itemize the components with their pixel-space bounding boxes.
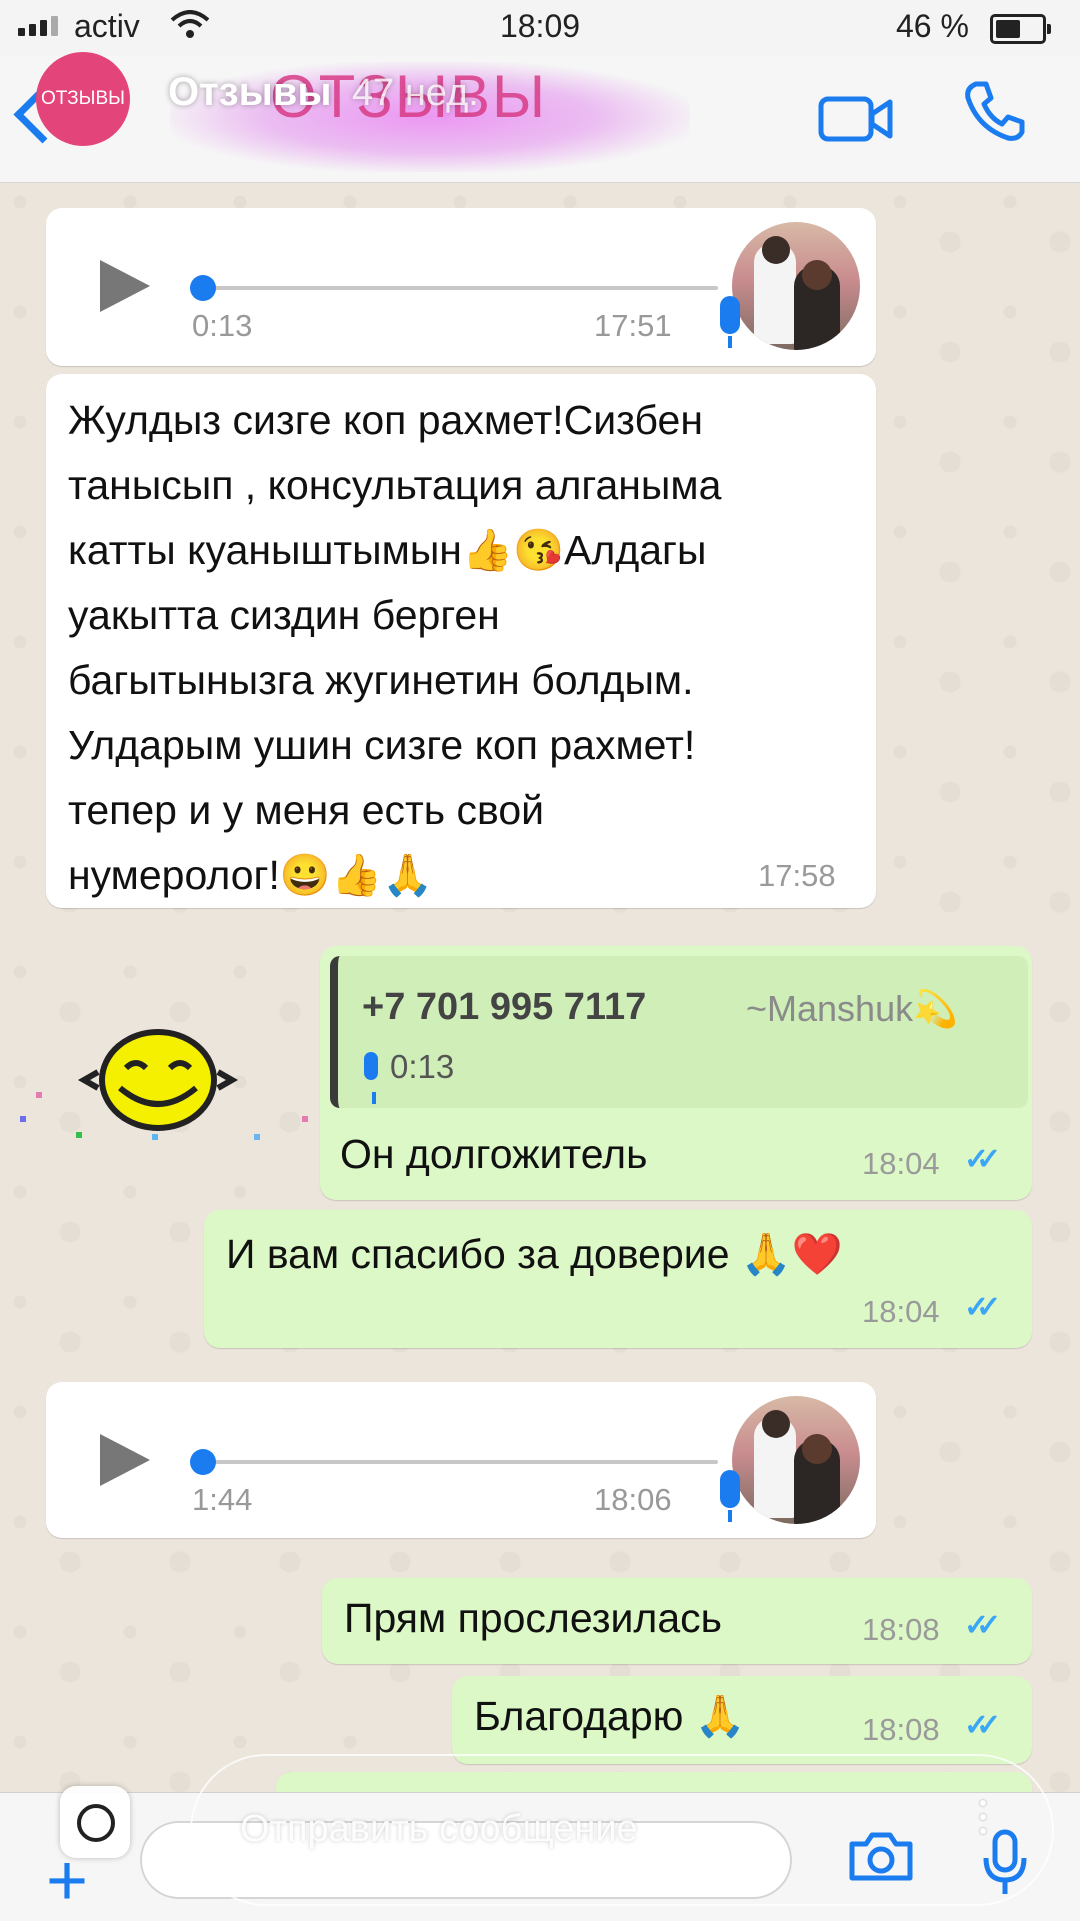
message-line: катты куаныштымын👍😘Алдагы: [68, 527, 707, 573]
message-line: Жулдыз сизге коп рахмет!Сизбен: [68, 397, 703, 443]
message-input-placeholder: Отправить сообщение: [240, 1808, 638, 1850]
quoted-message[interactable]: +7 701 995 7117 ~Manshuk💫 0:13: [330, 956, 1028, 1108]
read-ticks-icon: ✓✓: [964, 1291, 1001, 1324]
video-call-icon[interactable]: [818, 94, 894, 149]
mic-record-icon[interactable]: [980, 1828, 1030, 1903]
quoted-voice-duration: 0:13: [390, 1048, 455, 1085]
voice-progress-knob[interactable]: [190, 275, 216, 301]
message-line: Улдарым ушин сизге коп рахмет!: [68, 722, 696, 768]
read-ticks-icon: ✓✓: [964, 1709, 1001, 1742]
mic-icon: [720, 296, 740, 348]
confetti: [76, 1132, 82, 1138]
message-line: тепер и у меня есть свой: [68, 787, 545, 833]
battery-icon: [990, 14, 1051, 44]
confetti: [302, 1116, 308, 1122]
smiley-sticker: [77, 1029, 239, 1131]
confetti: [152, 1134, 158, 1140]
voice-duration: 0:13: [192, 308, 253, 343]
quoted-phone: +7 701 995 7117: [362, 986, 647, 1028]
quoted-name: ~Manshuk💫: [746, 988, 958, 1029]
story-age: 47 нед.: [352, 72, 479, 114]
message-text: Жулдыз сизге коп рахмет!Сизбен танысып ,…: [68, 388, 868, 908]
text-message[interactable]: И вам спасибо за доверие 🙏❤️ 18:04 ✓✓: [204, 1210, 1032, 1348]
message-time: 18:08: [862, 1712, 940, 1747]
message-text: И вам спасибо за доверие 🙏❤️: [226, 1231, 843, 1277]
message-line: нумеролог!😀👍🙏: [68, 852, 434, 898]
confetti: [254, 1134, 260, 1140]
voice-message[interactable]: 0:13 17:51: [46, 208, 876, 366]
confetti: [36, 1092, 42, 1098]
voice-progress-track[interactable]: [206, 286, 718, 290]
message-time: 18:04: [862, 1294, 940, 1329]
text-message[interactable]: Благодарю 🙏 18:08 ✓✓: [452, 1676, 1032, 1764]
voice-duration: 1:44: [192, 1482, 253, 1517]
message-text: Он долгожитель: [340, 1131, 648, 1177]
message-text: Благодарю 🙏: [474, 1693, 746, 1739]
mic-icon: [720, 1470, 740, 1522]
play-icon[interactable]: [100, 260, 150, 312]
mic-icon: [364, 1052, 378, 1104]
phone-call-icon[interactable]: [962, 78, 1028, 149]
message-line: танысып , консультация алганыма: [68, 462, 722, 508]
text-message[interactable]: Прям прослезилась 18:08 ✓✓: [322, 1578, 1032, 1664]
voice-progress-track[interactable]: [206, 1460, 718, 1464]
message-time: 18:06: [594, 1482, 672, 1517]
message-time: 17:58: [758, 858, 836, 893]
sender-avatar: [732, 1396, 860, 1524]
message-line: багытынызга жугинетин болдым.: [68, 657, 694, 703]
battery-percent: 46 %: [896, 8, 969, 44]
confetti: [20, 1116, 26, 1122]
voice-progress-knob[interactable]: [190, 1449, 216, 1475]
message-time: 17:51: [594, 308, 672, 343]
message-time: 18:08: [862, 1612, 940, 1647]
read-ticks-icon: ✓✓: [964, 1143, 1001, 1176]
text-message[interactable]: Жулдыз сизге коп рахмет!Сизбен танысып ,…: [46, 374, 876, 908]
story-avatar: ОТЗЫВЫ: [36, 52, 130, 146]
sender-avatar: [732, 222, 860, 350]
story-camera-icon[interactable]: [60, 1786, 130, 1858]
play-icon[interactable]: [100, 1434, 150, 1486]
message-line: уакытта сиздин берген: [68, 592, 500, 638]
story-title: Отзывы: [168, 70, 332, 114]
message-text: Прям прослезилась: [344, 1595, 723, 1641]
read-ticks-icon: ✓✓: [964, 1609, 1001, 1642]
status-bar: activ 18:09 46 %: [0, 0, 1080, 56]
message-time: 18:04: [862, 1146, 940, 1181]
reply-message[interactable]: +7 701 995 7117 ~Manshuk💫 0:13 Он долгож…: [320, 946, 1032, 1200]
plus-icon[interactable]: +: [46, 1845, 88, 1917]
voice-message[interactable]: 1:44 18:06: [46, 1382, 876, 1538]
camera-icon[interactable]: [848, 1830, 914, 1887]
